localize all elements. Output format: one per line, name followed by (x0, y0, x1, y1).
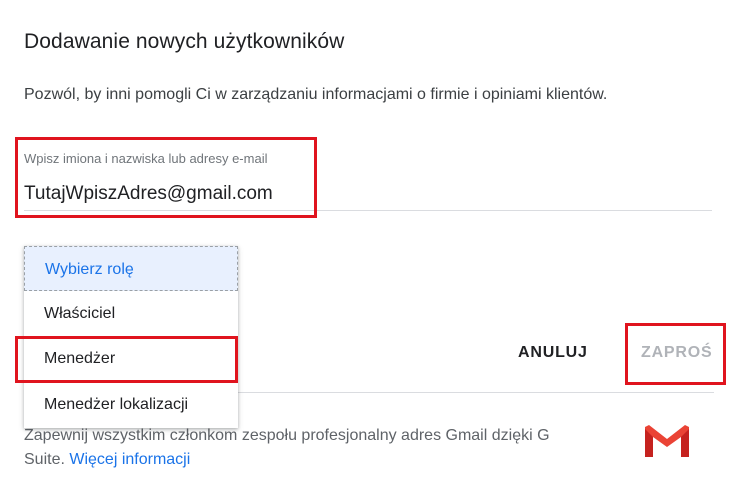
dialog-subtitle: Pozwól, by inni pomogli Ci w zarządzaniu… (24, 86, 608, 103)
dialog-title: Dodawanie nowych użytkowników (24, 30, 345, 53)
role-option-owner[interactable]: Właściciel (24, 291, 238, 336)
gmail-icon (645, 425, 689, 457)
learn-more-link[interactable]: Więcej informacji (69, 451, 190, 468)
highlight-manager-option (15, 336, 238, 383)
role-option-placeholder[interactable]: Wybierz rolę (24, 246, 238, 291)
highlight-email-field (15, 137, 317, 218)
gsuite-promo: Zapewnij wszystkim członkom zespołu prof… (24, 424, 594, 472)
section-divider (238, 392, 714, 393)
role-option-location-manager[interactable]: Menedżer lokalizacji (24, 382, 238, 427)
cancel-button[interactable]: ANULUJ (518, 344, 588, 362)
highlight-invite-button (625, 323, 726, 385)
